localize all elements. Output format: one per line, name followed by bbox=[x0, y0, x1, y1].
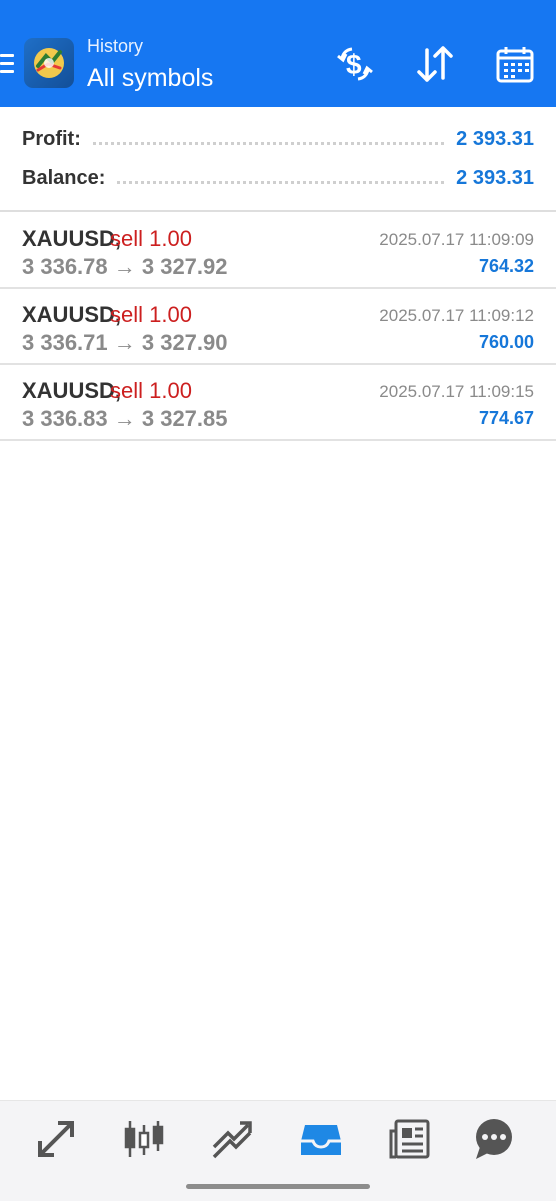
trade-symbol: XAUUSD, bbox=[22, 378, 122, 403]
profit-row: Profit: 2 393.31 bbox=[22, 124, 534, 154]
trade-prices: 3 336.78 → 3 327.92 bbox=[22, 254, 228, 279]
trade-prices: 3 336.83 → 3 327.85 bbox=[22, 406, 228, 431]
sort-icon[interactable] bbox=[414, 44, 456, 84]
header-subtitle: History bbox=[87, 36, 144, 56]
trade-symbol: XAUUSD, bbox=[22, 226, 122, 251]
app-logo bbox=[24, 38, 74, 88]
profit-label: Profit: bbox=[22, 127, 81, 150]
trade-profit: 764.32 bbox=[478, 256, 534, 276]
menu-icon[interactable] bbox=[0, 54, 16, 76]
trade-row[interactable]: XAUUSD, sell 1.00 3 336.71 → 3 327.90 20… bbox=[0, 288, 556, 365]
svg-text:$: $ bbox=[346, 49, 362, 80]
trade-row[interactable]: XAUUSD, sell 1.00 3 336.83 → 3 327.85 20… bbox=[0, 364, 556, 441]
dotted-leader bbox=[117, 180, 445, 184]
quotes-icon[interactable] bbox=[34, 1117, 78, 1161]
dotted-leader bbox=[92, 141, 445, 145]
chart-icon[interactable] bbox=[122, 1117, 166, 1161]
balance-value: 2 393.31 bbox=[456, 166, 534, 189]
trade-side: sell 1.00 bbox=[110, 302, 192, 327]
header-title[interactable]: All symbols bbox=[87, 64, 213, 93]
top-app-bar: History All symbols $ bbox=[0, 0, 556, 107]
home-indicator[interactable] bbox=[186, 1184, 370, 1189]
profit-value: 2 393.31 bbox=[456, 127, 534, 150]
calendar-icon[interactable] bbox=[494, 44, 536, 84]
trade-time: 2025.07.17 11:09:12 bbox=[379, 306, 534, 325]
balance-label: Balance: bbox=[22, 166, 106, 189]
trade-prices: 3 336.71 → 3 327.90 bbox=[22, 330, 228, 355]
trade-side: sell 1.00 bbox=[110, 226, 192, 251]
balance-row: Balance: 2 393.31 bbox=[22, 163, 534, 193]
dollar-refresh-icon[interactable]: $ bbox=[334, 44, 376, 84]
trade-time: 2025.07.17 11:09:15 bbox=[379, 382, 534, 401]
trade-icon[interactable] bbox=[210, 1117, 254, 1161]
news-icon[interactable] bbox=[388, 1117, 432, 1161]
trade-side: sell 1.00 bbox=[110, 378, 192, 403]
history-icon[interactable] bbox=[299, 1117, 343, 1161]
trade-time: 2025.07.17 11:09:09 bbox=[379, 230, 534, 249]
trade-profit: 760.00 bbox=[478, 332, 534, 352]
trade-profit: 774.67 bbox=[478, 408, 534, 428]
trade-symbol: XAUUSD, bbox=[22, 302, 122, 327]
trade-row[interactable]: XAUUSD, sell 1.00 3 336.78 → 3 327.92 20… bbox=[0, 212, 556, 289]
chat-icon[interactable] bbox=[472, 1117, 516, 1161]
